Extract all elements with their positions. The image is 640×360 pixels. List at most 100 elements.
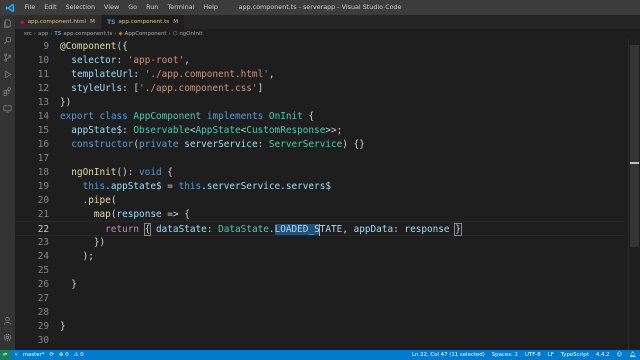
line-number: 14 [37,111,49,122]
code-line: 15 appState$: Observable<AppState<Custom… [15,123,625,138]
menu-help[interactable]: Help [199,0,223,15]
line-number: 12 [37,83,49,94]
code-line: 10 selector: 'app-root', [15,53,625,68]
code-text: @Component({ [60,41,128,52]
tab-app-component-html[interactable]: ◆ app.component.html M [15,15,102,29]
code-text: }) [93,237,106,248]
chevron-right-icon: › [114,31,117,37]
warning-count[interactable]: ⚠ 0 [74,352,84,358]
ts-version[interactable]: 4.4.2 [596,352,610,358]
code-text: .pipe( [82,195,117,206]
tab-app-component-ts[interactable]: TS app.component.ts M [101,15,186,29]
notifications-bell-icon[interactable]: 🔔︎ [629,352,636,358]
code-text: }) [60,97,72,108]
search-icon[interactable] [0,32,15,49]
chevron-right-icon: › [50,31,53,37]
breadcrumb-item[interactable]: ngOnInit [179,31,202,37]
method-symbol-icon: ⬡ [172,31,178,37]
menu-go[interactable]: Go [124,0,142,15]
end-of-line[interactable]: LF [548,352,554,358]
menu-edit[interactable]: Edit [40,0,61,15]
breadcrumb-item[interactable]: app [38,31,48,37]
menu-view[interactable]: View [100,0,124,15]
settings-gear-icon[interactable] [0,329,15,346]
code-line: 16 constructor(private serverService: Se… [15,137,625,152]
feedback-icon[interactable]: ☺ [617,352,623,358]
language-mode[interactable]: TypeScript [561,352,589,358]
line-number: 30 [37,335,49,346]
line-number: 11 [37,69,49,80]
modified-badge: M [90,19,95,25]
line-number: 25 [37,265,49,276]
code-line: 18 ngOnInit(): void { [15,165,625,180]
code-line: 20 .pipe( [15,193,625,208]
line-number: 27 [37,293,49,304]
code-line: 12 styleUrls: ['./app.component.css'] [15,81,625,96]
code-text: styleUrls: ['./app.component.css'] [71,83,264,94]
line-number: 29 [37,321,49,332]
line-number: 28 [37,307,49,318]
source-control-icon[interactable] [0,49,15,66]
chevron-right-icon: › [33,31,37,37]
breadcrumb-item[interactable]: src [24,31,32,37]
cursor-position[interactable]: Ln 22, Col 47 (11 selected) [412,352,485,358]
code-line: 19 this.appState$ = this.serverService.s… [15,179,625,194]
code-line: 9 @Component({ [15,39,625,54]
run-debug-icon[interactable] [0,66,15,83]
typescript-icon: TS [106,18,116,26]
explorer-icon[interactable] [0,15,15,32]
code-line: 13 }) [15,95,625,110]
editor-tab-bar: ◆ app.component.html M TS app.component.… [15,15,640,29]
code-line: 14 export class AppComponent implements … [15,109,625,124]
class-symbol-icon: ◈ [118,31,123,37]
line-number: 23 [37,237,49,248]
error-count[interactable]: ⊗ 0 [59,352,69,358]
scrollbar-cursor-marker [630,162,639,164]
code-line: 25 [15,263,625,278]
code-line: 24 ); [15,249,625,264]
vertical-scrollbar[interactable] [628,39,640,350]
status-bar: ⇌ ⑂ master* ⟳ ⊗ 0 ⚠ 0 Ln 22, Col 47 (11 … [0,350,640,360]
line-number: 15 [37,125,49,136]
tab-label: app.component.ts [118,19,170,25]
code-text: this.appState$ = this.serverService.serv… [82,181,331,192]
menu-run[interactable]: Run [142,0,163,15]
line-number: 17 [37,153,49,164]
menu-file[interactable]: File [20,0,40,15]
line-number: 13 [37,97,49,108]
account-icon[interactable] [0,312,15,329]
code-line: 26 } [15,277,625,292]
line-number: 21 [37,209,49,220]
vscode-logo-icon [4,2,16,14]
chevron-right-icon: › [168,31,171,37]
menu-selection[interactable]: Selection [61,0,99,15]
code-line: 23 }) [15,235,625,250]
code-text: ); [82,251,94,262]
breadcrumb-item[interactable]: AppComponent [125,31,167,37]
code-editor[interactable]: 9 @Component({ 10 selector: 'app-root', … [15,39,640,350]
scrollbar-thumb[interactable] [630,45,639,247]
breadcrumb-item[interactable]: app.component.ts [63,31,112,37]
tab-label: app.component.html [27,19,87,25]
line-number: 16 [37,139,49,150]
code-line: 29 } [15,319,625,334]
code-line: 17 [15,151,625,166]
line-number: 9 [43,41,49,52]
modified-badge: M [173,19,179,25]
line-number: 20 [37,195,49,206]
indentation[interactable]: Spaces: 2 [492,352,518,358]
menu-terminal[interactable]: Terminal [163,0,199,15]
angular-icon: ◆ [20,18,25,26]
git-branch[interactable]: master* [23,352,45,358]
remote-explorer-icon[interactable] [0,100,15,117]
code-text: } [71,279,77,290]
extensions-icon[interactable] [0,83,15,100]
remote-indicator-icon[interactable]: ⇌ [0,350,11,360]
code-text: ngOnInit(): void { [71,167,173,178]
title-bar: File Edit Selection View Go Run Terminal… [0,0,640,15]
breadcrumb: src › app › TS app.component.ts › ◈ AppC… [15,29,640,39]
encoding[interactable]: UTF-8 [525,352,541,358]
sync-icon[interactable]: ⟳ [50,352,55,358]
typescript-icon: TS [54,31,62,37]
code-text: appState$: Observable<AppState<CustomRes… [71,125,343,136]
